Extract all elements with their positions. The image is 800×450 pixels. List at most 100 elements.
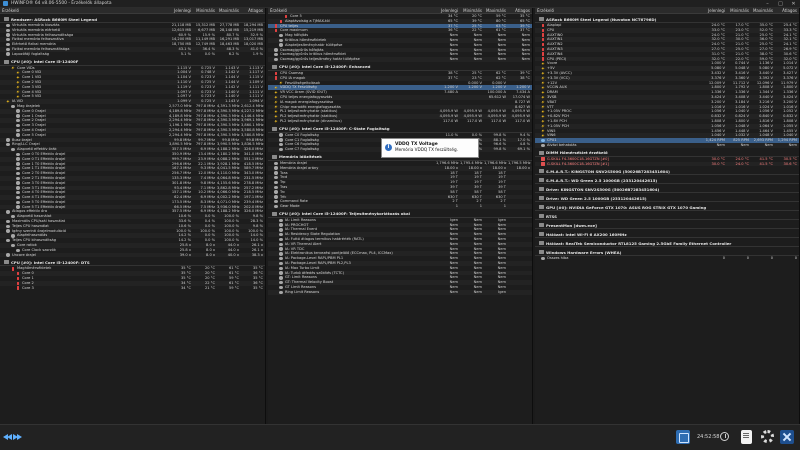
sensor-row[interactable]: Csomag/gyűrűs teljesítmény határ túllépé… [268, 57, 532, 62]
close-button[interactable]: ✕ [787, 0, 800, 8]
column-header-2[interactable]: Minimális [460, 8, 484, 13]
title-bar: HWiNFO® 64 v8.06-5500 - Érzékelők állapo… [0, 0, 800, 8]
sensor-row[interactable]: PL2 teljesítményhatár (dinamikus) 117.0 W… [268, 119, 532, 124]
sensor-value: 35 °C [252, 285, 263, 290]
sensor-panel-left[interactable]: Érzékelő Jelenlegi Minimális Maximális Átlag… [0, 8, 266, 424]
sensor-group-header[interactable]: GPU [#0]: NVIDIA GeForce GTX 1070: ASUS … [535, 204, 799, 212]
sensor-group-header[interactable]: PresentMon [dwm.exe] [535, 222, 799, 230]
sensor-name-cell: CPU [#0]: Intel Core i5-12400F: Enhanced [268, 64, 532, 70]
temp-icon [12, 267, 14, 271]
circle-icon [279, 256, 283, 261]
column-header-3[interactable]: Maximális [484, 8, 508, 13]
chip-icon [539, 250, 544, 255]
sensor-group-header[interactable]: Hálózat: Intel Wi-Fi 6 AX200 160MHz [535, 231, 799, 239]
circle-icon [279, 133, 283, 137]
sensor-row[interactable]: Lapozófájl foglaltság 5.1 % 0.0 % 6.2 % 1.9 … [0, 52, 265, 57]
sensor-name-cell: CPU [#0]: Intel Core i5-12400F: C-State … [268, 126, 532, 132]
circle-icon [274, 161, 278, 166]
chip-icon [4, 59, 9, 64]
sensor-row[interactable]: Ring Limit Reasons Nem Nem Igen [268, 289, 532, 295]
sensor-value: Nem [473, 289, 482, 294]
sensor-group-header[interactable]: CPU [#0]: Intel Core i5-12400F: C-State … [268, 126, 532, 133]
sensor-group-header[interactable]: CPU [#0]: Intel Core i5-12400F: DTS [0, 259, 265, 267]
sensor-value: 30.0 °C [711, 161, 725, 166]
sensor-row[interactable]: Összes hiba 0 0 0 0 [535, 256, 799, 261]
bolt-icon [6, 99, 10, 104]
column-header-0[interactable]: Érzékelő [268, 8, 436, 13]
circle-icon [6, 253, 10, 257]
fan-icon [541, 138, 545, 143]
clock-icon[interactable] [720, 432, 729, 441]
sensor-group-header[interactable]: RTSS [535, 213, 799, 221]
column-header-2[interactable]: Minimális [727, 8, 751, 13]
temp-icon [17, 276, 19, 281]
column-header-1[interactable]: Jelenlegi [169, 8, 193, 13]
sensor-group-header[interactable]: CPU [#0]: Intel Core i5-12400F: Teljesít… [268, 211, 532, 218]
sensor-value: 5.1 % [180, 51, 191, 56]
sensor-row[interactable]: Alvázi behatolás Nem Nem Nem Nem [535, 142, 799, 148]
minimize-button[interactable]: – [761, 0, 774, 8]
sensor-row[interactable]: Core 3 34 °C 21 °C 59 °C 35 °C [0, 286, 265, 291]
sensor-panel-middle[interactable]: Érzékelő Jelenlegi Minimális Maximális Átlag… [268, 8, 533, 424]
chip-icon [4, 260, 9, 265]
chip-icon [272, 126, 277, 131]
sensor-row[interactable]: Uncore órajel 39.0 x 8.0 x 40.0 x 38.3 x [0, 252, 265, 258]
circle-icon [6, 47, 10, 52]
gear-icon[interactable] [761, 430, 774, 443]
window-controls: – □ ✕ [761, 0, 800, 8]
sensor-value: Nem [449, 289, 458, 294]
column-header-1[interactable]: Jelenlegi [703, 8, 727, 13]
column-header-0[interactable]: Érzékelő [535, 8, 703, 13]
circle-icon [6, 224, 10, 228]
circle-icon [279, 266, 283, 270]
sensor-group-header[interactable]: Hálózat: RealTek Semiconductor RTL8125 G… [535, 240, 799, 248]
circle-icon [6, 33, 10, 37]
circle-icon [6, 42, 10, 47]
sensor-value: 117.0 W [443, 118, 458, 123]
sensor-value: 69.1 % [517, 147, 530, 152]
circle-icon [279, 271, 283, 275]
sensor-group-header[interactable]: ASRock B660M Steel Legend (Nuvoton NCT67… [535, 16, 799, 23]
report-icon[interactable] [741, 430, 752, 444]
sensor-group-header[interactable]: CPU [#0]: Intel Core i5-12400F [0, 59, 265, 66]
column-header-2[interactable]: Minimális [193, 8, 217, 13]
column-header-4[interactable]: Átlagos [508, 8, 532, 13]
chip-icon [539, 241, 544, 246]
sensor-value: 8.0 x [206, 252, 215, 257]
bolt-icon [541, 86, 545, 90]
sensor-group-header[interactable]: Drive: KINGSTON SNV2S500G (50026B7283451… [535, 186, 799, 194]
sensor-group-header[interactable]: CPU [#0]: Intel Core i5-12400F: Enhanced [268, 64, 532, 71]
close-icon[interactable] [780, 430, 794, 444]
circle-icon [541, 143, 545, 148]
network-icon[interactable] [676, 430, 690, 444]
sensor-group-header[interactable]: Rendszer: ASRock B660M Steel Legend [0, 16, 265, 23]
sensor-value [508, 204, 532, 209]
sensor-value: 0 [722, 256, 725, 261]
circle-icon [279, 261, 283, 266]
column-header-1[interactable]: Jelenlegi [436, 8, 460, 13]
sensor-group-header[interactable]: Windows Hardware Errors (WHEA) [535, 249, 799, 257]
column-header-3[interactable]: Maximális [217, 8, 241, 13]
temp-icon [542, 28, 544, 32]
sensor-name-cell: Windows Hardware Errors (WHEA) [535, 249, 799, 255]
sensor-value: 0 [794, 256, 797, 261]
sensor-group-header[interactable]: DIMM Hőmérséklet érzékelő [535, 150, 799, 157]
column-header-4[interactable]: Átlagos [775, 8, 799, 13]
sensor-group-header[interactable]: S.M.A.R.T.: KINGSTON SNV2S500G (50026B72… [535, 168, 799, 176]
sensor-group-header[interactable]: S.M.A.R.T.: WD Green 2.5 1000GB (2331204… [535, 177, 799, 185]
circle-icon [11, 234, 15, 238]
next-page-button[interactable] [12, 432, 24, 442]
sensor-row[interactable]: G.SKILL F4-3600C18-16GTZN [#1] 30.0 °C 24.… [535, 161, 799, 167]
sensor-panel-right[interactable]: Érzékelő Jelenlegi Minimális Maximális Átlag… [535, 8, 800, 424]
sensor-group-header[interactable]: Drive: WD Green 2.5 1000GB (233120442615… [535, 195, 799, 203]
sensor-name-cell: Uncore órajel [0, 253, 169, 258]
sensor-name-cell: Rendszer: ASRock B660M Steel Legend [0, 16, 265, 22]
column-header-4[interactable]: Átlagos [241, 8, 265, 13]
column-header-3[interactable]: Maximális [751, 8, 775, 13]
sensor-label: PresentMon [dwm.exe] [546, 222, 597, 228]
maximize-button[interactable]: □ [774, 0, 787, 8]
sensor-value: 99.8 % [493, 147, 506, 152]
column-header-0[interactable]: Érzékelő [0, 8, 169, 13]
sensor-row[interactable]: Gear Mode 1 1 1 [268, 204, 532, 209]
sensor-value: 1 [479, 204, 482, 209]
